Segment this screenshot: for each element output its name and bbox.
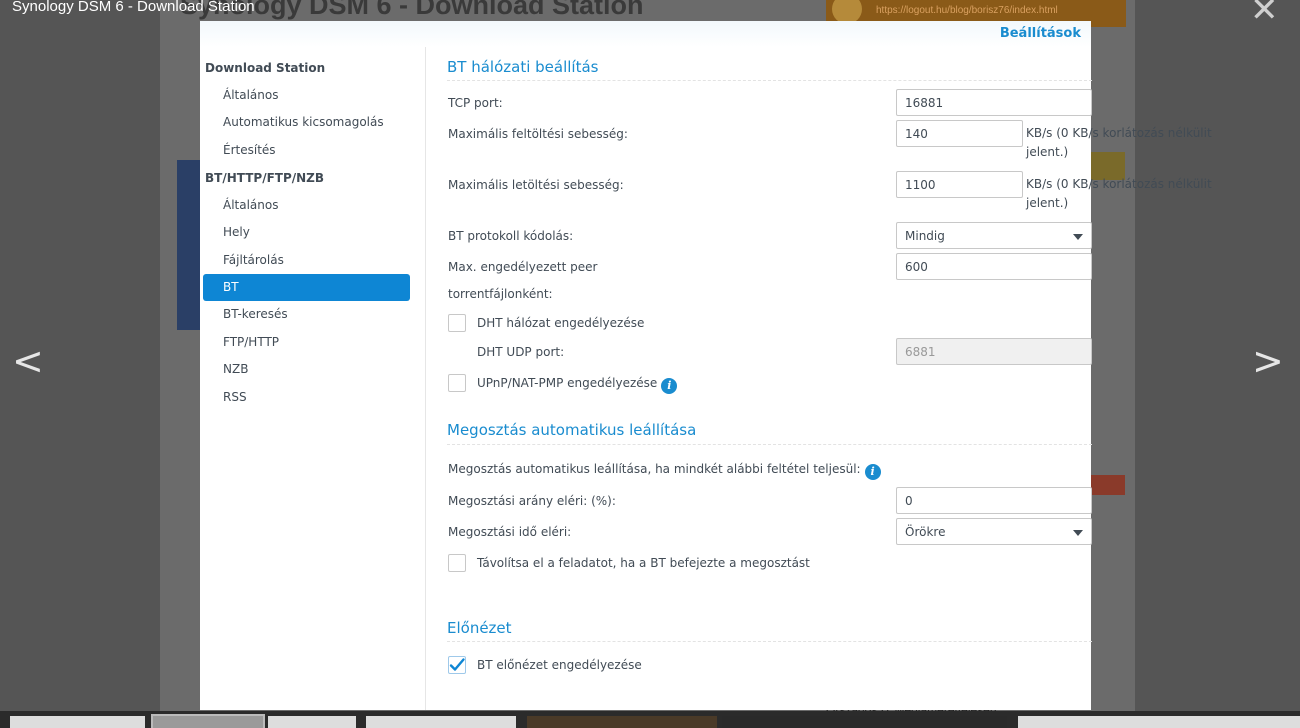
share-time-select[interactable]: Örökre [896,518,1092,545]
max-upload-note: KB/s (0 KB/s korlátozás nélkülit jelent.… [1026,126,1212,159]
sidebar-item-bt[interactable]: BT [203,274,410,301]
share-time-select-value: Örökre [905,525,946,539]
thumbnail[interactable] [1018,716,1300,728]
thumbnail[interactable] [527,716,717,728]
bt-preview-checkbox[interactable] [448,656,466,674]
share-ratio-label: Megosztási arány eléri: (%): [448,494,616,508]
background-widget [1090,475,1125,495]
bt-preview-label: BT előnézet engedélyezése [477,658,642,672]
section-divider [447,444,1092,445]
settings-main-panel: BT hálózati beállítás TCP port: 16881 Ma… [426,47,1212,710]
upnp-checkbox[interactable] [448,374,466,392]
max-peer-label: Max. engedélyezett peer [448,260,598,274]
tcp-port-label: TCP port: [448,96,503,110]
thumbnail[interactable] [722,716,1007,728]
max-download-label: Maximális letöltési sebesség: [448,178,624,192]
settings-dialog: Beállítások Download Station Általános A… [200,21,1212,710]
encoding-select-value: Mindig [905,229,945,243]
chevron-down-icon [1073,234,1083,240]
chevron-down-icon [1073,530,1083,536]
close-icon[interactable]: ✕ [1250,0,1279,30]
max-upload-label: Maximális feltöltési sebesség: [448,127,628,141]
dialog-title: Beállítások [999,26,1081,41]
tcp-port-input[interactable]: 16881 [896,89,1092,116]
section-heading-auto-stop: Megosztás automatikus leállítása [447,421,697,439]
upnp-label-row: UPnP/NAT-PMP engedélyezése i [477,376,678,394]
sidebar-item-auto-extract[interactable]: Automatikus kicsomagolás [203,109,410,136]
sidebar-item-rss[interactable]: RSS [203,384,410,411]
dialog-header: Beállítások [200,21,1091,47]
max-download-input[interactable]: 1100 [896,171,1023,198]
prev-arrow-icon[interactable]: < [12,342,44,380]
auto-stop-condition-text: Megosztás automatikus leállítása, ha min… [448,462,861,476]
background-ad-link: https://logout.hu/blog/borisz76/index.ht… [876,5,1058,16]
dht-port-input: 6881 [896,338,1092,365]
share-time-label: Megosztási idő eléri: [448,525,572,539]
background-image [177,160,201,330]
section-heading-preview: Előnézet [447,619,512,637]
thumbnail[interactable] [10,716,145,728]
info-icon[interactable]: i [864,464,881,480]
max-upload-input[interactable]: 140 [896,120,1023,147]
thumbnail[interactable] [366,716,516,728]
share-ratio-input[interactable]: 0 [896,487,1092,514]
sidebar-item-general[interactable]: Általános [203,82,410,109]
remove-task-label: Távolítsa el a feladatot, ha a BT befeje… [477,556,810,570]
sidebar-item-notification[interactable]: Értesítés [203,137,410,164]
encoding-label: BT protokoll kódolás: [448,229,574,243]
sidebar-item-location[interactable]: Hely [203,219,410,246]
encoding-select[interactable]: Mindig [896,222,1092,249]
sidebar-item-file-hosting[interactable]: Fájltárolás [203,247,410,274]
thumbnail-active[interactable] [151,714,265,728]
sidebar-item-nzb[interactable]: NZB [203,356,410,383]
sidebar-item-ftp-http[interactable]: FTP/HTTP [203,329,410,356]
sidebar-section-bt-http: BT/HTTP/FTP/NZB [205,171,325,185]
max-download-note: KB/s (0 KB/s korlátozás nélkülit jelent.… [1026,177,1212,210]
lightbox-caption: Synology DSM 6 - Download Station [12,0,255,15]
checkmark-icon [449,658,465,671]
sidebar-section-download-station: Download Station [205,61,326,75]
max-peer-input[interactable]: 600 [896,253,1092,280]
dht-checkbox[interactable] [448,314,466,332]
section-divider [447,641,1092,642]
section-heading-bt-network: BT hálózati beállítás [447,58,599,76]
thumbnail[interactable] [268,716,356,728]
info-icon[interactable]: i [661,378,678,394]
section-divider [447,80,1092,81]
settings-sidebar: Download Station Általános Automatikus k… [200,47,426,710]
next-arrow-icon[interactable]: > [1252,342,1284,380]
dht-port-label: DHT UDP port: [477,345,565,359]
remove-task-checkbox[interactable] [448,554,466,572]
sidebar-item-general-2[interactable]: Általános [203,192,410,219]
max-peer-label-line2: torrentfájlonként: [448,287,553,301]
auto-stop-condition-row: Megosztás automatikus leállítása, ha min… [448,462,881,480]
sidebar-item-bt-search[interactable]: BT-keresés [203,301,410,328]
dht-label: DHT hálózat engedélyezése [477,316,645,330]
upnp-label: UPnP/NAT-PMP engedélyezése [477,376,658,390]
